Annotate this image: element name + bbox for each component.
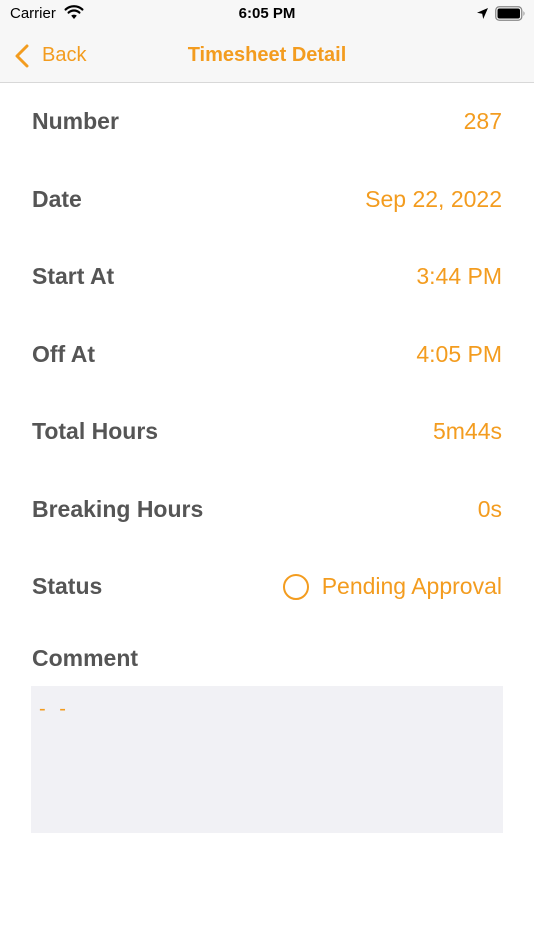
row-label: Status: [32, 573, 103, 599]
circle-outline-icon: [282, 573, 309, 600]
status-badge: Pending Approval: [282, 548, 502, 626]
status-text: Pending Approval: [321, 573, 502, 600]
row-value: 0s: [477, 495, 502, 522]
page-title: Timesheet Detail: [187, 44, 347, 66]
row-label: Breaking Hours: [32, 495, 204, 522]
row-start-at: Start At 3:44 PM: [0, 238, 534, 316]
row-value: 3:44 PM: [416, 263, 502, 289]
detail-list: Number 287 Date Sep 22, 2022 Start At 3:…: [0, 83, 534, 626]
row-label: Off At: [32, 340, 96, 367]
row-number: Number 287: [0, 83, 534, 161]
clock: 6:05 PM: [238, 5, 296, 22]
row-value: 5m44s: [432, 418, 502, 444]
row-label: Date: [32, 185, 82, 212]
row-value: 4:05 PM: [416, 340, 502, 367]
location-arrow-icon: [477, 8, 488, 19]
timesheet-detail-screen: Carrier 6:05 PM Back Timesheet Detail Nu…: [0, 0, 534, 950]
row-total-hours: Total Hours 5m44s: [0, 393, 534, 471]
row-label: Start At: [32, 263, 115, 289]
comment-label: Comment: [32, 645, 139, 671]
row-label: Total Hours: [32, 418, 159, 444]
row-label: Number: [32, 108, 119, 134]
row-value: Sep 22, 2022: [365, 185, 502, 212]
status-bar: Carrier 6:05 PM: [0, 0, 534, 28]
row-value: 287: [463, 108, 502, 134]
row-breaking-hours: Breaking Hours 0s: [0, 471, 534, 549]
row-date: Date Sep 22, 2022: [0, 161, 534, 239]
row-off-at: Off At 4:05 PM: [0, 316, 534, 394]
comment-box: - -: [31, 686, 503, 833]
battery-icon: [495, 6, 525, 21]
navigation-bar: Back Timesheet Detail: [0, 28, 534, 83]
row-status: Status Pending Approval: [0, 548, 534, 626]
